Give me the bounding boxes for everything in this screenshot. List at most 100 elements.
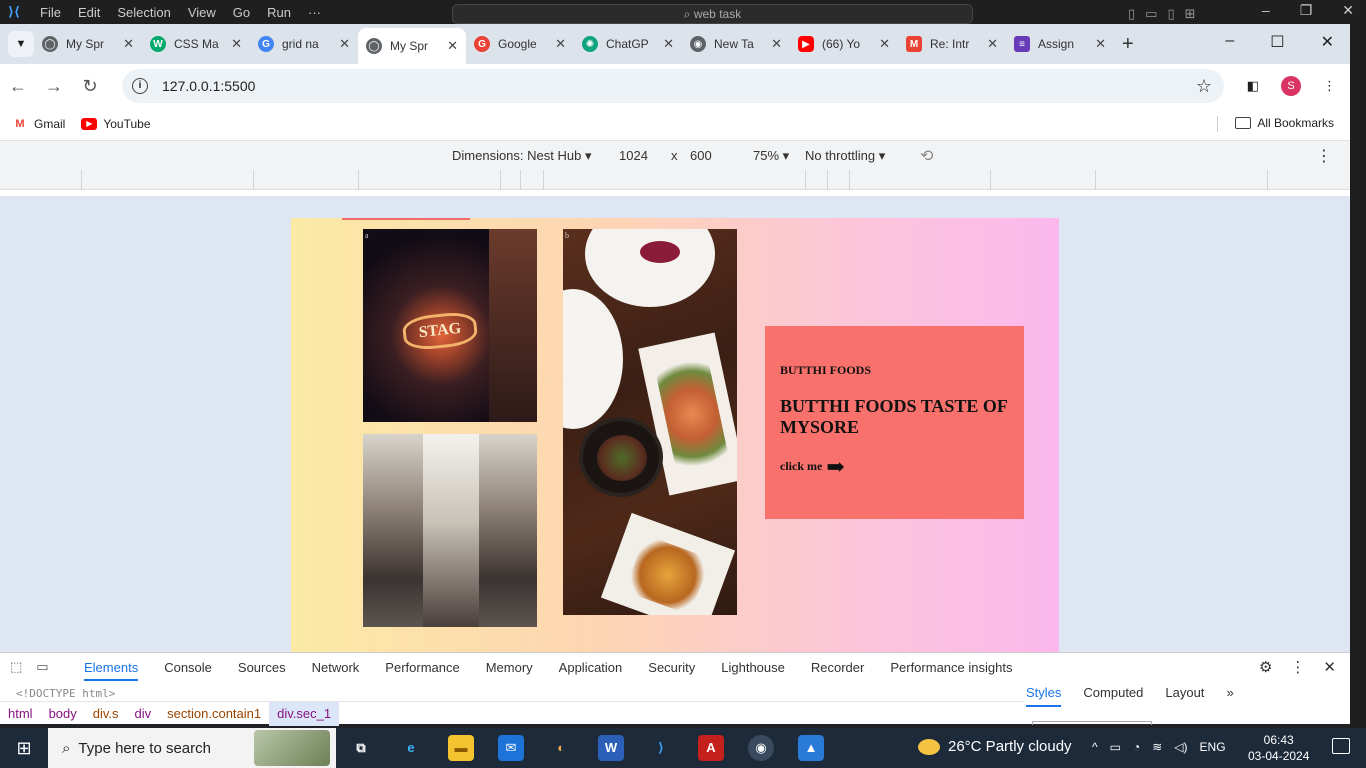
tab[interactable]: ≡ Assign ✕ bbox=[1006, 28, 1114, 60]
toggle-sidebar-icon[interactable]: ▯ bbox=[1128, 6, 1135, 22]
zoom-select[interactable]: 75% ▾ bbox=[753, 148, 789, 164]
close-tab-icon[interactable]: ✕ bbox=[771, 36, 782, 52]
maximize-icon[interactable]: ☐ bbox=[1270, 32, 1284, 52]
windows-start-icon[interactable]: ⊞ bbox=[0, 738, 48, 759]
edge-icon[interactable]: e bbox=[398, 735, 424, 761]
word-icon[interactable]: W bbox=[598, 735, 624, 761]
file-explorer-icon[interactable]: ▬ bbox=[448, 735, 474, 761]
tab-lighthouse[interactable]: Lighthouse bbox=[721, 660, 785, 675]
kebab-menu-icon[interactable]: ⋮ bbox=[1290, 658, 1305, 676]
minimize-icon[interactable]: – bbox=[1225, 32, 1234, 52]
bookmark-gmail[interactable]: M Gmail bbox=[12, 117, 65, 131]
acrobat-icon[interactable]: A bbox=[698, 735, 724, 761]
avatar[interactable]: S bbox=[1281, 76, 1301, 96]
bookmark-star-icon[interactable]: ☆ bbox=[1196, 76, 1212, 97]
tab[interactable]: M Re: Intr ✕ bbox=[898, 28, 1006, 60]
close-tab-icon[interactable]: ✕ bbox=[663, 36, 674, 52]
breadcrumb-item[interactable]: html bbox=[0, 706, 41, 721]
tab-styles[interactable]: Styles bbox=[1026, 685, 1062, 707]
close-tab-icon[interactable]: ✕ bbox=[339, 36, 350, 52]
restore-icon[interactable]: ❐ bbox=[1300, 2, 1313, 19]
notification-icon[interactable] bbox=[1332, 738, 1350, 754]
language-indicator[interactable]: ENG bbox=[1200, 740, 1226, 754]
toggle-panel-icon[interactable]: ▭ bbox=[1145, 6, 1157, 22]
breadcrumb-item[interactable]: body bbox=[41, 706, 85, 721]
tab-memory[interactable]: Memory bbox=[486, 660, 533, 675]
reload-icon[interactable]: ↻ bbox=[72, 76, 108, 97]
menu-view[interactable]: View bbox=[188, 5, 216, 20]
tab-application[interactable]: Application bbox=[559, 660, 623, 675]
mail-icon[interactable]: ✉ bbox=[498, 735, 524, 761]
close-icon[interactable]: ✕ bbox=[1323, 658, 1336, 676]
back-icon[interactable]: ← bbox=[0, 76, 36, 97]
tab[interactable]: ✺ ChatGP ✕ bbox=[574, 28, 682, 60]
kebab-menu-icon[interactable]: ⋮ bbox=[1323, 78, 1336, 94]
tab[interactable]: ◉ New Ta ✕ bbox=[682, 28, 790, 60]
device-toggle-icon[interactable]: ▭ bbox=[36, 659, 48, 675]
close-tab-icon[interactable]: ✕ bbox=[447, 38, 458, 54]
tab[interactable]: ▶ (66) Yo ✕ bbox=[790, 28, 898, 60]
menu-run[interactable]: Run bbox=[267, 5, 291, 20]
vscode-icon[interactable]: ⟩ bbox=[648, 735, 674, 761]
tab-active[interactable]: ◯ My Spr ✕ bbox=[358, 28, 466, 64]
breadcrumb-item-selected[interactable]: div.sec_1 bbox=[269, 701, 340, 726]
tab[interactable]: G grid na ✕ bbox=[250, 28, 358, 60]
weather-widget[interactable]: 26°C Partly cloudy bbox=[918, 738, 1072, 755]
width-input[interactable]: 1024 bbox=[619, 148, 648, 163]
tab-performance-insights[interactable]: Performance insights bbox=[890, 660, 1012, 675]
tab-search-button[interactable]: ▼ bbox=[8, 31, 34, 57]
site-info-icon[interactable]: i bbox=[132, 78, 148, 94]
clock[interactable]: 06:43 03-04-2024 bbox=[1248, 732, 1309, 764]
network-icon[interactable]: ◔ bbox=[1133, 740, 1140, 754]
tab-layout[interactable]: Layout bbox=[1165, 685, 1204, 707]
inspect-element-icon[interactable]: ⬚ bbox=[10, 659, 22, 675]
menu-go[interactable]: Go bbox=[233, 5, 250, 20]
minimize-icon[interactable]: – bbox=[1262, 2, 1270, 19]
menu-more[interactable]: ··· bbox=[308, 5, 321, 20]
new-tab-icon[interactable]: + bbox=[1122, 33, 1134, 56]
tab[interactable]: ◯ My Spr ✕ bbox=[34, 28, 142, 60]
media-query-ruler[interactable] bbox=[0, 170, 1350, 190]
close-tab-icon[interactable]: ✕ bbox=[879, 36, 890, 52]
close-tab-icon[interactable]: ✕ bbox=[231, 36, 242, 52]
customize-layout-icon[interactable]: ⊞ bbox=[1185, 6, 1196, 22]
tab-computed[interactable]: Computed bbox=[1083, 685, 1143, 707]
tab-elements[interactable]: Elements bbox=[84, 660, 139, 681]
battery-icon[interactable]: ▭ bbox=[1110, 740, 1121, 754]
tab-sources[interactable]: Sources bbox=[238, 660, 286, 675]
close-tab-icon[interactable]: ✕ bbox=[987, 36, 998, 52]
click-me-link[interactable]: click me ➡ bbox=[780, 455, 845, 477]
close-icon[interactable]: ✕ bbox=[1321, 32, 1334, 52]
url-text[interactable]: 127.0.0.1:5500 bbox=[162, 78, 255, 94]
close-tab-icon[interactable]: ✕ bbox=[555, 36, 566, 52]
device-select[interactable]: Dimensions: Nest Hub ▾ bbox=[452, 148, 591, 164]
bookmark-youtube[interactable]: ▶ YouTube bbox=[81, 117, 151, 131]
styles-filter-input[interactable] bbox=[1032, 721, 1152, 725]
height-input[interactable]: 600 bbox=[690, 148, 712, 163]
tab-performance[interactable]: Performance bbox=[385, 660, 459, 675]
menu-edit[interactable]: Edit bbox=[78, 5, 100, 20]
rotate-icon[interactable]: ⟲ bbox=[920, 146, 933, 166]
all-bookmarks-button[interactable]: All Bookmarks bbox=[1235, 116, 1334, 130]
throttling-select[interactable]: No throttling ▾ bbox=[805, 148, 885, 164]
tab-recorder[interactable]: Recorder bbox=[811, 660, 864, 675]
tab-security[interactable]: Security bbox=[648, 660, 695, 675]
more-tabs-icon[interactable]: » bbox=[1226, 685, 1233, 707]
kebab-menu-icon[interactable]: ⋮ bbox=[1316, 146, 1332, 166]
address-bar[interactable]: i 127.0.0.1:5500 ☆ bbox=[122, 69, 1224, 103]
breadcrumb-item[interactable]: div.s bbox=[85, 706, 127, 721]
paint-icon[interactable]: ◐ bbox=[548, 735, 574, 761]
tab-network[interactable]: Network bbox=[312, 660, 360, 675]
photos-icon[interactable]: ▲ bbox=[798, 735, 824, 761]
close-tab-icon[interactable]: ✕ bbox=[1095, 36, 1106, 52]
menu-file[interactable]: File bbox=[40, 5, 61, 20]
doctype-node[interactable]: <!DOCTYPE html> bbox=[16, 687, 115, 700]
side-panel-icon[interactable]: ◧ bbox=[1247, 78, 1259, 94]
close-tab-icon[interactable]: ✕ bbox=[123, 36, 134, 52]
tab-console[interactable]: Console bbox=[164, 660, 212, 675]
breadcrumb-item[interactable]: section.contain1 bbox=[159, 706, 269, 721]
tab[interactable]: W CSS Ma ✕ bbox=[142, 28, 250, 60]
chrome-icon[interactable]: ◉ bbox=[748, 735, 774, 761]
menu-selection[interactable]: Selection bbox=[117, 5, 170, 20]
volume-icon[interactable]: ◁) bbox=[1174, 740, 1187, 754]
